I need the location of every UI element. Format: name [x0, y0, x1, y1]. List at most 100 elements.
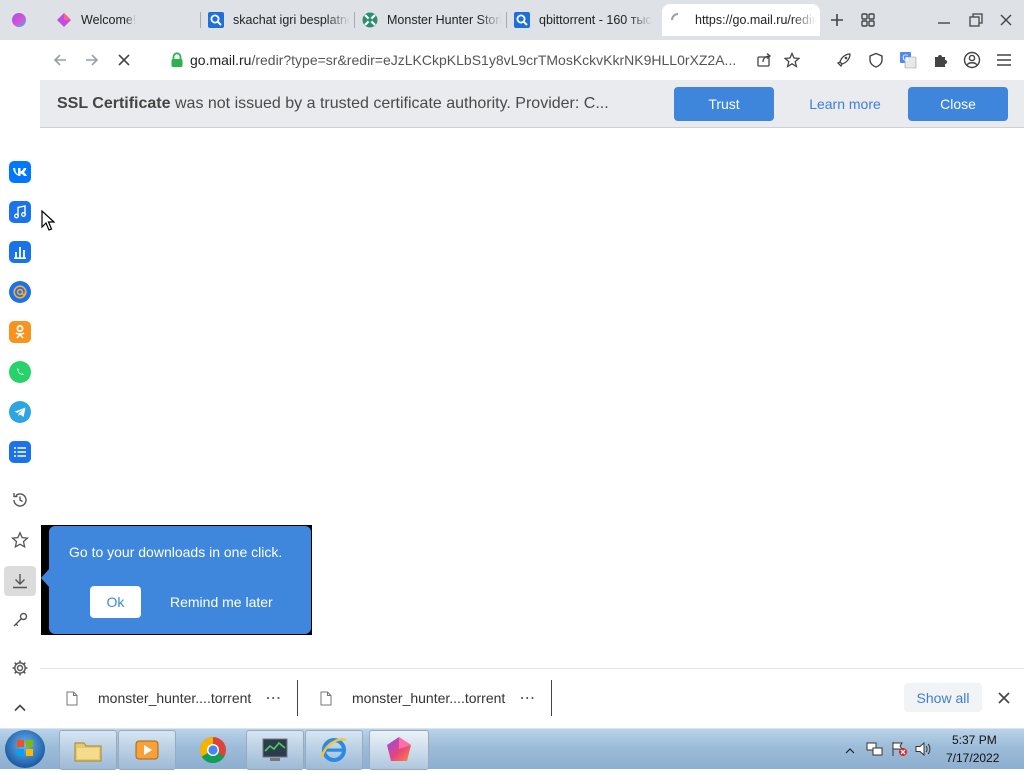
key-icon [13, 612, 28, 627]
clock-date[interactable]: 7/17/2022 [946, 751, 999, 765]
bookmark-star-icon[interactable] [780, 48, 804, 72]
svg-text:G: G [902, 54, 908, 63]
browser-gem-icon [56, 12, 72, 28]
clock-time[interactable]: 5:37 PM [952, 733, 997, 747]
sidebar-item-downloads[interactable] [8, 569, 32, 593]
minimize-icon[interactable] [932, 8, 956, 32]
file-icon [320, 691, 332, 705]
tab-title: skachat igri besplatno [233, 13, 350, 27]
tab-group-icon[interactable] [856, 8, 880, 32]
star-icon [11, 531, 29, 549]
close-shelf-icon[interactable] [996, 690, 1012, 706]
close-window-icon[interactable] [994, 8, 1018, 32]
tab-monster-hunter[interactable]: Monster Hunter Stories [362, 6, 502, 34]
address-bar-input[interactable]: go.mail.ru/redir?type=sr&redir=eJzLKCkpK… [190, 52, 745, 68]
sidebar-item-stats[interactable] [8, 240, 32, 264]
downloads-tooltip [49, 526, 311, 634]
sidebar-item-odnoklassniki[interactable] [8, 320, 32, 344]
ssl-warning-message: SSL Certificate was not issued by a trus… [57, 95, 652, 113]
profile-avatar-icon[interactable] [960, 48, 984, 72]
taskbar-explorer-folder-icon[interactable] [59, 730, 117, 770]
download-more-options-icon[interactable]: ⋯ [519, 688, 536, 708]
restore-icon[interactable] [964, 8, 988, 32]
sidebar-collapse-chevron-up-icon[interactable] [8, 696, 32, 720]
sidebar-item-mail[interactable] [8, 280, 32, 304]
whatsapp-icon [9, 361, 31, 383]
list-icon [9, 441, 31, 463]
download-more-options-icon[interactable]: ⋯ [265, 688, 282, 708]
new-tab-plus-icon[interactable] [825, 8, 849, 32]
sidebar-item-passwords[interactable] [8, 608, 32, 632]
bar-chart-icon [9, 241, 31, 263]
tab-title: Welcome! [81, 13, 137, 27]
tooltip-pointer-arrow [41, 568, 50, 588]
search-icon [208, 12, 224, 28]
forward-arrow-icon[interactable] [80, 48, 104, 72]
taskbar-browser-active-icon[interactable] [369, 730, 429, 770]
history-icon [13, 493, 27, 507]
sidebar-item-list[interactable] [8, 440, 32, 464]
ssl-warning-title: SSL Certificate [57, 95, 171, 112]
tab-separator [506, 12, 507, 28]
download-filename: monster_hunter....torrent [352, 690, 506, 706]
tab-go-mail-redir-active[interactable]: https://go.mail.ru/redir [662, 4, 820, 36]
telegram-icon [9, 401, 31, 423]
loading-spinner-icon [670, 12, 686, 28]
tab-search-skachat[interactable]: skachat igri besplatno [208, 6, 350, 34]
shield-icon[interactable] [864, 48, 888, 72]
tray-volume-icon[interactable] [914, 741, 932, 762]
remind-me-later-button[interactable]: Remind me later [170, 594, 273, 610]
learn-more-link[interactable]: Learn more [796, 87, 894, 121]
tray-network-icon[interactable] [866, 741, 884, 762]
taskbar-chrome-icon[interactable] [184, 730, 242, 770]
tab-title: qbittorrent - 160 тыс [539, 13, 652, 27]
rocket-icon[interactable] [832, 48, 856, 72]
trust-button[interactable]: Trust [674, 87, 774, 121]
tab-separator [200, 12, 201, 28]
lock-secure-icon[interactable] [165, 48, 189, 72]
mail-at-icon [9, 281, 31, 303]
back-arrow-icon[interactable] [48, 48, 72, 72]
start-button-windows-icon[interactable] [5, 730, 45, 768]
share-icon[interactable] [752, 48, 776, 72]
download-separator [297, 680, 298, 716]
taskbar-media-player-icon[interactable] [118, 730, 176, 770]
sidebar-item-history[interactable] [8, 488, 32, 512]
tab-search-qbittorrent[interactable]: qbittorrent - 160 тыс [514, 6, 656, 34]
vk-icon [9, 161, 31, 183]
tray-show-hidden-icon[interactable] [845, 742, 855, 760]
tab-separator [354, 12, 355, 28]
mouse-cursor-icon [41, 209, 56, 237]
download-filename: monster_hunter....torrent [98, 690, 252, 706]
taskbar-internet-explorer-icon[interactable] [305, 730, 363, 770]
file-icon [66, 691, 78, 705]
download-separator [551, 680, 552, 716]
search-icon [514, 12, 530, 28]
sidebar-item-vk[interactable] [8, 160, 32, 184]
sidebar-item-telegram[interactable] [8, 400, 32, 424]
taskbar-task-manager-icon[interactable] [246, 730, 304, 770]
tooltip-ok-button[interactable]: Ok [90, 586, 141, 618]
url-path: /redir?type=sr&redir=eJzLKCkpKLbS1y8vL9c… [251, 52, 737, 68]
downloads-tooltip-message: Go to your downloads in one click. [69, 544, 283, 560]
stop-loading-icon[interactable] [112, 48, 136, 72]
download-item[interactable]: monster_hunter....torrent ⋯ [66, 684, 282, 712]
translate-icon[interactable]: G [896, 48, 920, 72]
url-host: go.mail.ru [190, 52, 252, 68]
download-item[interactable]: monster_hunter....torrent ⋯ [320, 684, 536, 712]
extensions-puzzle-icon[interactable] [928, 48, 952, 72]
sidebar-item-whatsapp[interactable] [8, 360, 32, 384]
tray-action-center-flag-icon[interactable] [890, 741, 908, 762]
music-note-icon [9, 201, 31, 223]
tab-welcome[interactable]: Welcome! [56, 6, 196, 34]
show-all-downloads-button[interactable]: Show all [904, 683, 982, 712]
sidebar-item-bookmarks[interactable] [8, 528, 32, 552]
sidebar-item-settings[interactable] [8, 656, 32, 680]
close-infobar-button[interactable]: Close [908, 87, 1008, 121]
globe-icon [362, 12, 378, 28]
odnoklassniki-icon [9, 321, 31, 343]
browser-menu-logo-icon[interactable] [8, 9, 30, 31]
download-arrow-icon [13, 574, 27, 589]
hamburger-menu-icon[interactable] [992, 48, 1016, 72]
sidebar-item-music[interactable] [8, 200, 32, 224]
